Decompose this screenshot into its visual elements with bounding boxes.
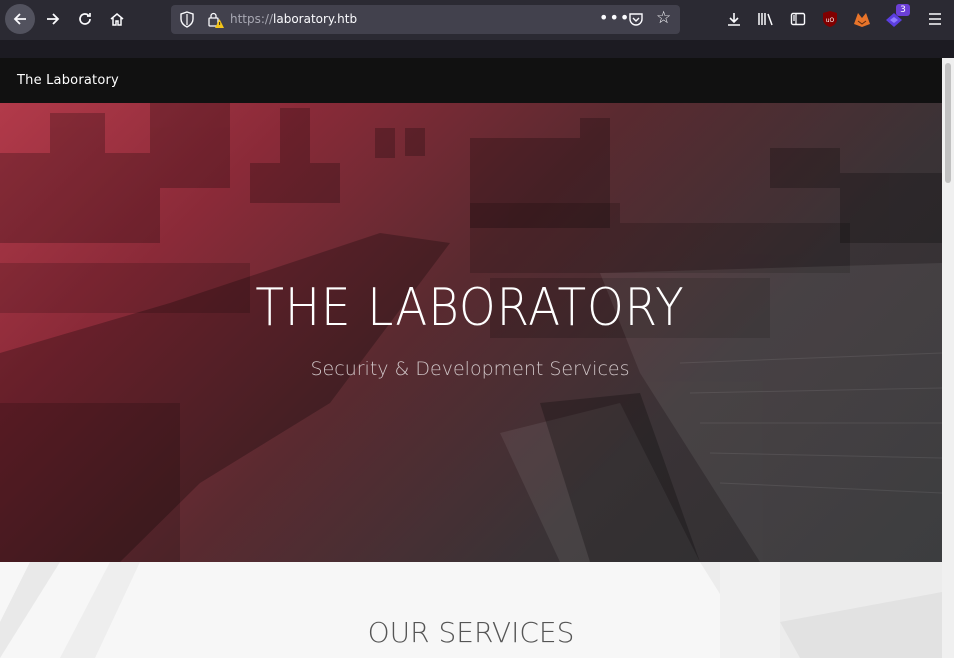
browser-toolbar: https://laboratory.htb ••• ☆ uO 3 [0,0,954,40]
url-host: laboratory.htb [273,12,358,26]
ublock-origin-icon[interactable]: uO [817,6,843,32]
reload-icon [79,13,91,25]
hamburger-menu-icon[interactable] [922,6,948,32]
downloads-icon[interactable] [721,6,747,32]
insecure-lock-icon[interactable] [207,11,225,29]
page-actions-icon[interactable]: ••• [599,8,630,27]
foxyproxy-icon[interactable] [849,6,875,32]
sidebar-icon[interactable] [785,6,811,32]
hero-title: THE LABORATORY [255,278,685,338]
bookmark-star-icon[interactable]: ☆ [656,8,671,28]
page-viewport: The Laboratory THE LABORATORY Security &… [0,58,942,658]
toolbar-separator [0,40,954,58]
home-icon [110,13,124,26]
arrow-right-icon [47,13,60,25]
pocket-icon[interactable] [628,11,644,27]
page-scrollbar[interactable] [942,58,954,658]
forward-button[interactable] [38,5,68,33]
services-section: OUR SERVICES [0,562,942,658]
svg-text:uO: uO [826,17,835,24]
brand-link[interactable]: The Laboratory [17,73,119,88]
reload-button[interactable] [70,5,100,33]
url-text[interactable]: https://laboratory.htb [230,12,357,26]
back-button[interactable] [5,4,35,34]
scrollbar-thumb[interactable] [945,63,951,183]
url-protocol: https:// [230,12,274,26]
tracking-shield-icon[interactable] [179,11,195,28]
home-button[interactable] [102,5,132,33]
arrow-left-icon [13,13,26,25]
extension-badge: 3 [896,4,910,16]
address-bar[interactable]: https://laboratory.htb ••• ☆ [171,5,680,34]
hero-subtitle: Security & Development Services [310,358,630,380]
services-title: OUR SERVICES [367,616,575,649]
site-navbar: The Laboratory [0,58,942,103]
hero-section: THE LABORATORY Security & Development Se… [0,103,942,562]
library-icon[interactable] [753,6,779,32]
